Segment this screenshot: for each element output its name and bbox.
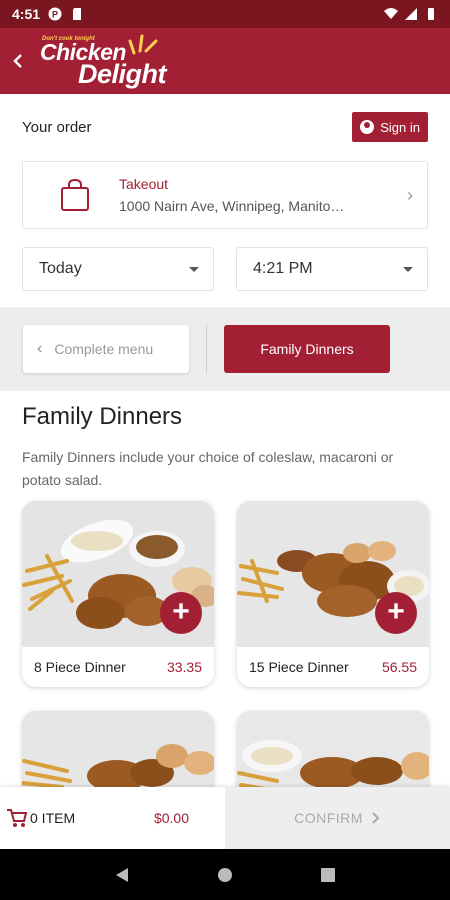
signal-icon xyxy=(405,8,417,20)
section-description: Family Dinners include your choice of co… xyxy=(22,449,394,488)
add-to-cart-button[interactable]: + xyxy=(160,592,202,634)
item-name: 8 Piece Dinner xyxy=(34,659,126,675)
chevron-left-icon: ‹ xyxy=(37,340,43,357)
nav-back-icon[interactable] xyxy=(114,867,130,883)
logo-burst-icon xyxy=(128,34,158,55)
brand-logo: Don't cook tonight Chicken Delight xyxy=(38,31,198,91)
wifi-icon xyxy=(384,8,398,19)
order-title: Your order xyxy=(22,118,92,136)
store-address: 1000 Nairn Ave, Winnipeg, Manito… xyxy=(119,198,345,214)
chevron-right-icon: › xyxy=(407,184,413,205)
menu-item-card[interactable]: + 15 Piece Dinner 56.55 xyxy=(237,501,429,687)
category-bar: ‹ Complete menu Family Dinners xyxy=(0,307,450,391)
order-mode-label: Takeout xyxy=(119,176,169,192)
user-icon xyxy=(360,120,375,134)
complete-menu-button[interactable]: ‹ Complete menu xyxy=(23,325,189,373)
sign-in-button[interactable]: Sign in xyxy=(352,112,428,142)
svg-text:P: P xyxy=(52,10,58,20)
cart-bar: 0 ITEM $0.00 CONFIRM xyxy=(0,787,450,849)
sign-in-label: Sign in xyxy=(380,119,420,135)
nav-home-icon[interactable] xyxy=(217,867,233,883)
notification-p-icon: P xyxy=(48,7,62,21)
add-to-cart-button[interactable]: + xyxy=(375,592,417,634)
back-button[interactable] xyxy=(4,41,32,81)
status-bar: 4:51 P xyxy=(0,0,450,28)
system-nav-bar xyxy=(0,849,450,900)
cart-summary[interactable]: 0 ITEM $0.00 xyxy=(0,787,225,849)
sd-card-icon xyxy=(73,8,82,20)
family-dinners-tab[interactable]: Family Dinners xyxy=(224,325,390,373)
complete-menu-label: Complete menu xyxy=(54,341,154,357)
menu-item-card[interactable]: + 8 Piece Dinner 33.35 xyxy=(22,501,214,687)
day-value: Today xyxy=(39,260,82,277)
day-select[interactable]: Today xyxy=(22,247,214,291)
logo-line2: Delight xyxy=(78,59,167,89)
item-price: 33.35 xyxy=(166,659,202,675)
app-header: Don't cook tonight Chicken Delight xyxy=(0,28,450,94)
category-divider xyxy=(206,325,207,373)
item-price: 56.55 xyxy=(381,659,417,675)
confirm-label: CONFIRM xyxy=(294,810,363,826)
battery-icon xyxy=(428,8,434,20)
item-name: 15 Piece Dinner xyxy=(249,659,349,675)
confirm-button[interactable]: CONFIRM xyxy=(225,787,450,849)
nav-recents-icon[interactable] xyxy=(320,867,336,883)
section-title: Family Dinners xyxy=(22,403,183,430)
cart-total: $0.00 xyxy=(153,810,189,826)
time-value: 4:21 PM xyxy=(253,260,313,277)
dropdown-caret-icon xyxy=(189,266,199,272)
order-header: Your order Sign in xyxy=(22,112,428,142)
chevron-left-icon xyxy=(13,54,22,68)
dropdown-caret-icon xyxy=(403,266,413,272)
status-time: 4:51 xyxy=(12,6,41,22)
cart-item-count: 0 ITEM xyxy=(30,810,76,826)
chevron-right-icon xyxy=(372,812,380,824)
takeout-location-card[interactable]: Takeout 1000 Nairn Ave, Winnipeg, Manito… xyxy=(22,161,428,229)
shopping-bag-icon xyxy=(61,178,89,211)
time-select[interactable]: 4:21 PM xyxy=(236,247,428,291)
shopping-cart-icon xyxy=(7,809,28,827)
family-dinners-label: Family Dinners xyxy=(260,341,354,357)
